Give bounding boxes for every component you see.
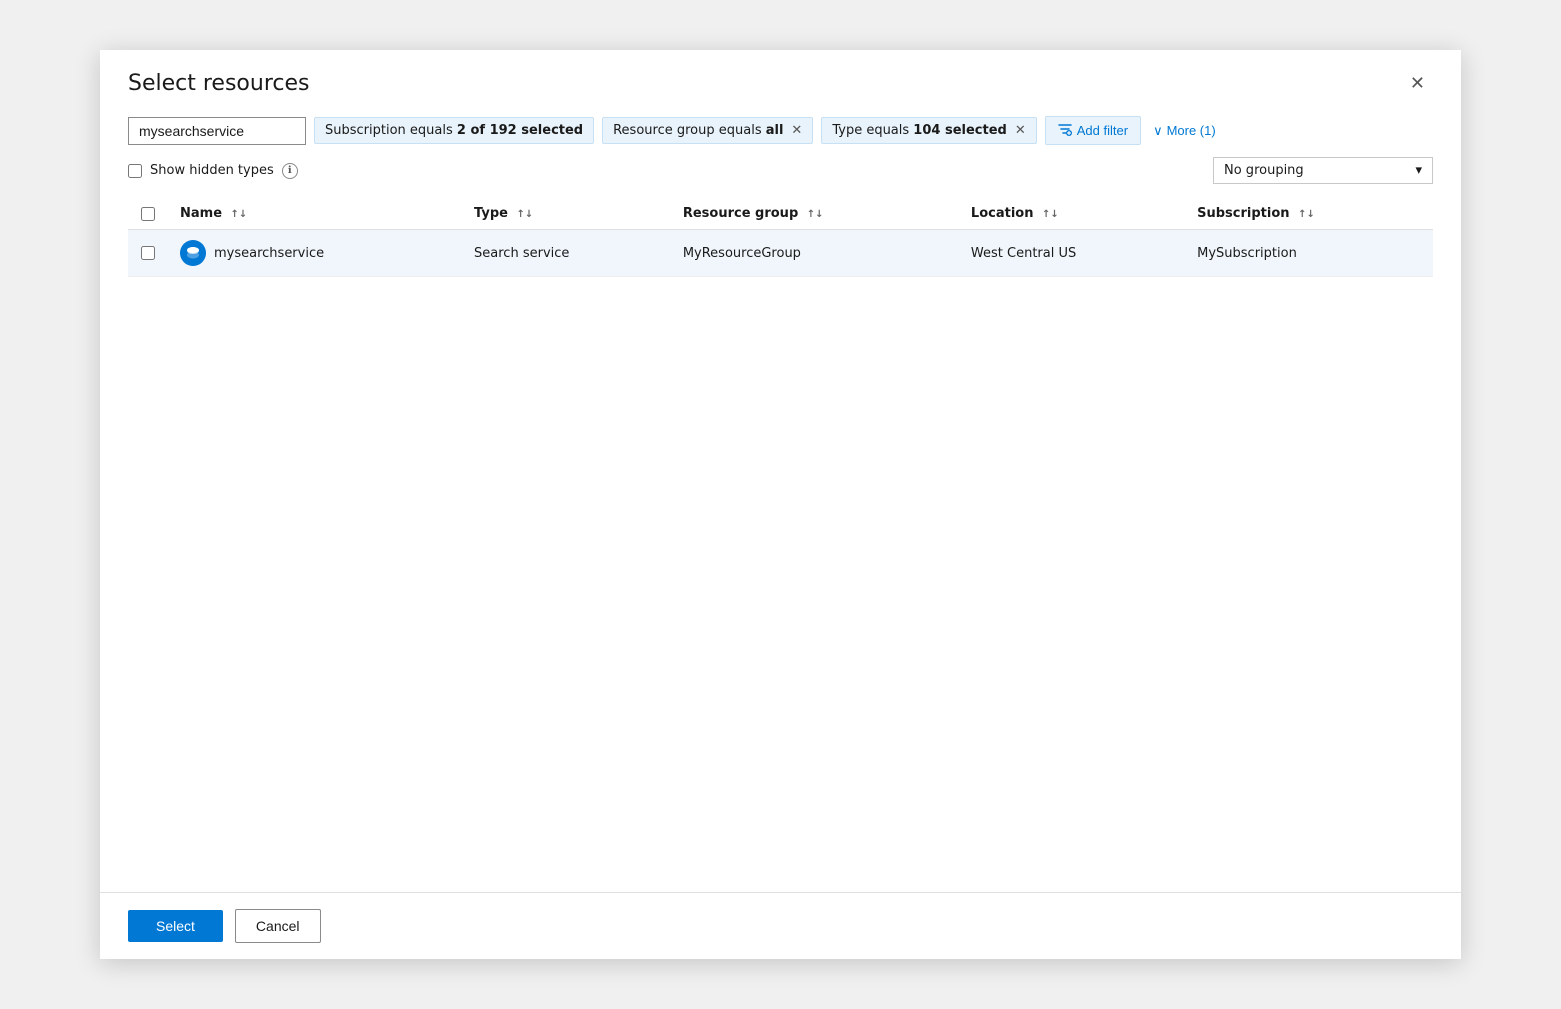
- add-filter-label: Add filter: [1077, 123, 1128, 138]
- resource-group-sort-icon: ↑↓: [807, 209, 824, 220]
- table-header-row: Name ↑↓ Type ↑↓ Resource group ↑↓ Loca: [128, 198, 1433, 230]
- row-resource-group: MyResourceGroup: [683, 246, 801, 261]
- info-icon: ℹ: [282, 163, 298, 179]
- col-header-name[interactable]: Name ↑↓: [168, 198, 462, 230]
- col-header-type[interactable]: Type ↑↓: [462, 198, 671, 230]
- close-button[interactable]: ✕: [1402, 70, 1433, 96]
- add-filter-icon: [1058, 122, 1072, 139]
- dialog-title: Select resources: [128, 71, 309, 96]
- more-button[interactable]: ∨ More (1): [1149, 118, 1220, 144]
- grouping-chevron-icon: ▾: [1415, 163, 1422, 178]
- row-type: Search service: [474, 246, 569, 261]
- resources-table-container: Name ↑↓ Type ↑↓ Resource group ↑↓ Loca: [128, 198, 1433, 892]
- col-header-resource-group[interactable]: Resource group ↑↓: [671, 198, 959, 230]
- resource-group-filter-close[interactable]: ✕: [791, 123, 802, 138]
- show-hidden-label[interactable]: Show hidden types ℹ: [128, 163, 298, 179]
- more-label: More (1): [1167, 123, 1216, 138]
- row-name: mysearchservice: [214, 246, 324, 261]
- cancel-button[interactable]: Cancel: [235, 909, 321, 943]
- dialog-body: Subscription equals 2 of 192 selected Re…: [100, 106, 1461, 892]
- type-filter-label: Type equals 104 selected: [832, 123, 1007, 138]
- row-checkbox[interactable]: [141, 246, 155, 260]
- type-filter-chip[interactable]: Type equals 104 selected ✕: [821, 117, 1036, 144]
- grouping-dropdown[interactable]: No grouping ▾: [1213, 157, 1433, 184]
- dialog-footer: Select Cancel: [100, 892, 1461, 959]
- grouping-label: No grouping: [1224, 163, 1304, 178]
- col-header-subscription[interactable]: Subscription ↑↓: [1185, 198, 1433, 230]
- filter-bar: Subscription equals 2 of 192 selected Re…: [128, 116, 1433, 145]
- table-body: mysearchservice Search service MyResourc…: [128, 230, 1433, 277]
- resources-table: Name ↑↓ Type ↑↓ Resource group ↑↓ Loca: [128, 198, 1433, 277]
- subscription-sort-icon: ↑↓: [1298, 209, 1315, 220]
- select-all-header[interactable]: [128, 198, 168, 230]
- row-location-cell: West Central US: [959, 230, 1185, 277]
- row-subscription-cell: MySubscription: [1185, 230, 1433, 277]
- row-name-cell: mysearchservice: [168, 230, 462, 277]
- table-row[interactable]: mysearchservice Search service MyResourc…: [128, 230, 1433, 277]
- col-resource-group-label: Resource group: [683, 206, 798, 221]
- resource-type-icon: [180, 240, 206, 266]
- search-input[interactable]: [128, 117, 306, 145]
- subscription-filter-chip[interactable]: Subscription equals 2 of 192 selected: [314, 117, 594, 144]
- resource-group-filter-label: Resource group equals all: [613, 123, 783, 138]
- row-checkbox-cell[interactable]: [128, 230, 168, 277]
- col-type-label: Type: [474, 206, 508, 221]
- resource-group-filter-chip[interactable]: Resource group equals all ✕: [602, 117, 813, 144]
- col-subscription-label: Subscription: [1197, 206, 1289, 221]
- name-sort-icon: ↑↓: [231, 209, 248, 220]
- row-type-cell: Search service: [462, 230, 671, 277]
- select-button[interactable]: Select: [128, 910, 223, 942]
- show-hidden-checkbox[interactable]: [128, 164, 142, 178]
- options-bar: Show hidden types ℹ No grouping ▾: [128, 157, 1433, 184]
- chevron-down-icon: ∨: [1153, 123, 1163, 139]
- select-all-checkbox[interactable]: [141, 207, 155, 221]
- col-location-label: Location: [971, 206, 1034, 221]
- row-location: West Central US: [971, 246, 1076, 261]
- col-name-label: Name: [180, 206, 222, 221]
- dialog-header: Select resources ✕: [100, 50, 1461, 106]
- select-resources-dialog: Select resources ✕ Subscription equals 2…: [100, 50, 1461, 959]
- type-filter-close[interactable]: ✕: [1015, 123, 1026, 138]
- subscription-filter-label: Subscription equals 2 of 192 selected: [325, 123, 583, 138]
- col-header-location[interactable]: Location ↑↓: [959, 198, 1185, 230]
- show-hidden-text: Show hidden types: [150, 163, 274, 178]
- location-sort-icon: ↑↓: [1042, 209, 1059, 220]
- type-sort-icon: ↑↓: [516, 209, 533, 220]
- add-filter-button[interactable]: Add filter: [1045, 116, 1141, 145]
- row-subscription: MySubscription: [1197, 246, 1297, 261]
- row-resource-group-cell: MyResourceGroup: [671, 230, 959, 277]
